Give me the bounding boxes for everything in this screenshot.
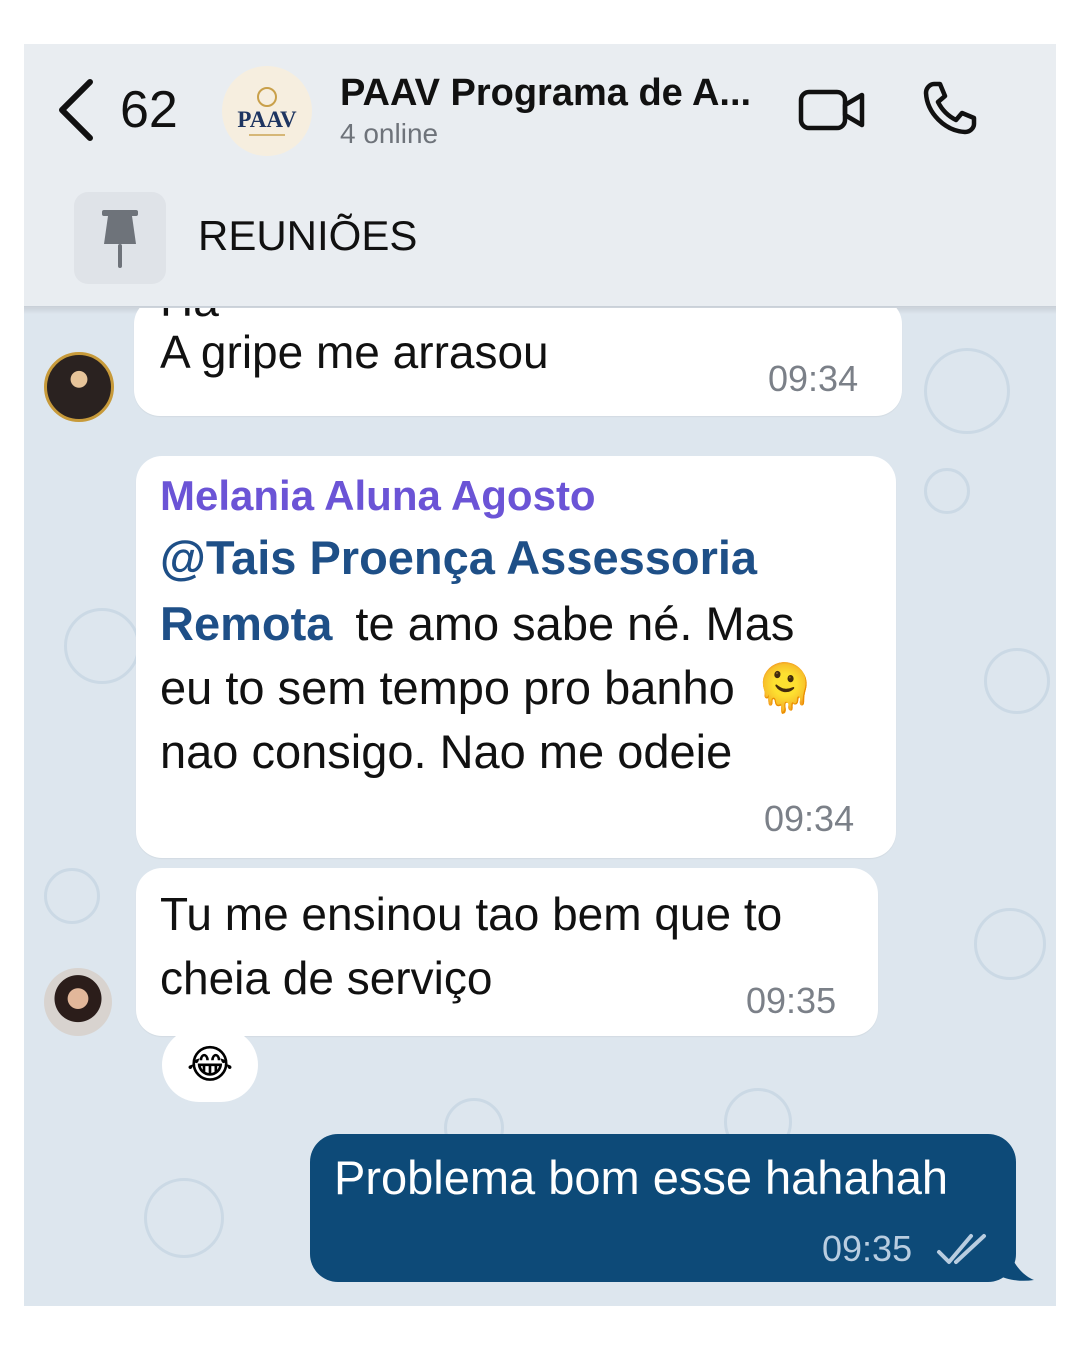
chat-screen: 62 PAAV PAAV Programa de A... 4 online R…	[24, 44, 1056, 1306]
chat-header: 62 PAAV PAAV Programa de A... 4 online	[24, 44, 1056, 178]
message-time: 09:35	[822, 1228, 913, 1269]
double-check-icon	[937, 1234, 986, 1264]
wallpaper-doodle	[44, 868, 100, 924]
pinned-label: REUNIÕES	[198, 212, 418, 259]
unread-count[interactable]: 62	[120, 80, 178, 140]
pin-icon-box	[74, 192, 166, 284]
outgoing-message-bubble[interactable]: Problema bom esse hahahah 09:35	[310, 1134, 1016, 1282]
message-text-segment: te amo sabe né. Mas	[342, 597, 795, 650]
message-time: 09:34	[764, 798, 855, 839]
message-text: Problema bom esse hahahah	[334, 1151, 949, 1204]
sender-name[interactable]: Melania Aluna Agosto	[160, 472, 596, 520]
reaction-badge[interactable]: 😂	[162, 1028, 258, 1102]
avatar[interactable]	[44, 968, 112, 1036]
wallpaper-doodle	[144, 1178, 224, 1258]
pinned-message-bar[interactable]: REUNIÕES	[24, 178, 1056, 308]
message-text: A gripe me arrasou	[160, 326, 549, 378]
laughing-emoji: 😂	[186, 1043, 234, 1087]
wallpaper-doodle	[64, 608, 140, 684]
message-bubble[interactable]: Melania Aluna Agosto @Tais Proença Asses…	[136, 456, 896, 858]
phone-icon[interactable]	[922, 80, 978, 136]
wallpaper-doodle	[924, 468, 970, 514]
message-text: Tu me ensinou tao bem que to	[160, 888, 783, 940]
message-list[interactable]: Ha A gripe me arrasou 09:34 Melania Alun…	[24, 308, 1056, 1306]
message-text-segment: eu to sem tempo pro banho	[160, 661, 735, 714]
mention-link[interactable]: @Tais Proença Assessoria	[160, 531, 757, 584]
message-bubble[interactable]: Tu me ensinou tao bem que to cheia de se…	[136, 868, 878, 1036]
chevron-left-icon[interactable]	[54, 78, 98, 142]
wallpaper-doodle	[974, 908, 1046, 980]
melting-face-emoji: 🫠	[755, 661, 815, 714]
message-time: 09:34	[768, 358, 859, 399]
online-status: 4 online	[340, 118, 439, 149]
group-avatar[interactable]: PAAV	[222, 66, 312, 156]
logo-underline	[249, 133, 285, 136]
message-text: @Tais Proença Assessoria	[160, 526, 757, 590]
message-text: Remota te amo sabe né. Mas	[160, 592, 794, 656]
avatar[interactable]	[44, 352, 114, 422]
video-camera-icon[interactable]	[798, 88, 866, 132]
message-time: 09:35	[746, 980, 837, 1021]
group-title[interactable]: PAAV Programa de A...	[340, 72, 751, 115]
pin-icon	[102, 210, 138, 268]
message-text: cheia de serviço	[160, 952, 493, 1004]
message-text: nao consigo. Nao me odeie	[160, 725, 733, 778]
wallpaper-doodle	[924, 348, 1010, 434]
message-text: eu to sem tempo pro banho 🫠	[160, 656, 814, 720]
mention-link[interactable]: Remota	[160, 597, 332, 650]
wallpaper-doodle	[984, 648, 1050, 714]
avatar-logo-text: PAAV	[237, 106, 297, 132]
message-bubble[interactable]: Ha A gripe me arrasou 09:34	[134, 308, 902, 416]
bubble-tail	[996, 1252, 1034, 1281]
logo-sun-icon	[257, 86, 277, 107]
